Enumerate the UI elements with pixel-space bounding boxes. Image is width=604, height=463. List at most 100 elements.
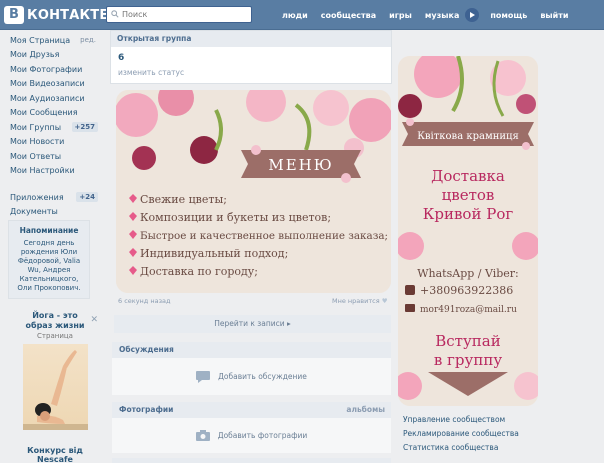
menu-post-image[interactable]: МЕНЮ Свежие цветы; Композиции и букеты и… (116, 90, 391, 293)
manage-community-link[interactable]: Управление сообществом (403, 413, 519, 427)
like-button[interactable]: Мне нравится ♥ (332, 297, 388, 305)
sidebar-item-label: Мои Группы (10, 122, 62, 132)
play-button[interactable] (465, 8, 480, 22)
sidebar-item-audio[interactable]: Мои Аудиозаписи (0, 91, 104, 106)
group-type-label: Открытая группа (111, 31, 391, 47)
sidebar-item-groups[interactable]: Мои Группы +257 (0, 120, 104, 135)
delivery-line-2: цветов (442, 186, 495, 204)
birthday-reminder: Напоминание Сегодня день рождения Юли Фё… (8, 220, 90, 299)
left-sidebar: Моя Страница ред. Мои Друзья Мои Фотогра… (0, 30, 104, 219)
photos-header[interactable]: Фотографии альбомы (112, 402, 391, 418)
sidebar-item-label: Мои Настройки (10, 166, 75, 176)
ad2-title[interactable]: Конкурс від Nescafe (8, 446, 102, 463)
shop-name: Квіткова крамниця (417, 131, 519, 142)
nav-help[interactable]: помощь (490, 11, 527, 20)
play-icon (470, 12, 476, 18)
group-header-card: Открытая группа 6 изменить статус (110, 30, 392, 84)
menu-line-2: Композиции и букеты из цветов; (140, 211, 331, 224)
community-cover-image[interactable]: Квіткова крамниця Доставка цветов Кривой… (398, 56, 538, 406)
edit-link[interactable]: ред. (80, 36, 96, 44)
post-time[interactable]: 6 секунд назад (118, 297, 171, 305)
go-to-posts-button[interactable]: Перейти к записи ▸ (114, 315, 391, 333)
sidebar-item-apps[interactable]: Приложения +24 (0, 190, 104, 205)
search-icon (111, 10, 119, 18)
like-label: Мне нравится (332, 297, 380, 305)
sidebar-item-settings[interactable]: Мои Настройки (0, 164, 104, 179)
advertise-community-link[interactable]: Рекламирование сообщества (403, 427, 519, 441)
albums-link[interactable]: альбомы (346, 402, 385, 418)
add-discussion-button[interactable]: Добавить обсуждение (112, 358, 391, 395)
top-header: В КОНТАКТЕ люди сообщества игры музыка п… (0, 0, 604, 30)
go-to-posts-label: Перейти к записи (214, 319, 285, 328)
search-input[interactable] (122, 8, 247, 21)
photos-title: Фотографии (119, 405, 174, 414)
join-line-2: в группу (434, 351, 502, 369)
nav-music[interactable]: музыка (425, 11, 459, 20)
delivery-line-3: Кривой Рог (423, 205, 514, 223)
apps-count-badge: +24 (76, 192, 98, 203)
sidebar-item-label: Приложения (10, 192, 64, 202)
sidebar-item-label: Мои Ответы (10, 151, 62, 161)
vk-logo-text: КОНТАКТЕ (27, 7, 109, 23)
cover-art: Квіткова крамниця Доставка цветов Кривой… (398, 56, 538, 406)
sidebar-item-label: Мои Видеозаписи (10, 79, 85, 89)
sidebar-item-my-page[interactable]: Моя Страница ред. (0, 33, 104, 48)
sidebar-item-answers[interactable]: Мои Ответы (0, 149, 104, 164)
search-box[interactable] (106, 6, 252, 23)
add-photos-button[interactable]: Добавить фотографии (112, 418, 391, 453)
delivery-line-1: Доставка (431, 167, 505, 185)
change-status-link[interactable]: изменить статус (111, 63, 391, 77)
sidebar-item-documents[interactable]: Документы (0, 205, 104, 220)
next-section-header (112, 458, 391, 463)
groups-count-badge: +257 (71, 122, 98, 133)
sidebar-item-label: Документы (10, 207, 58, 217)
sidebar-item-friends[interactable]: Мои Друзья (0, 48, 104, 63)
reminder-text[interactable]: Сегодня день рождения Юли Фёдоровой, Val… (13, 239, 85, 293)
ad-block: ✕ Йога - это образ жизни Страница (8, 311, 102, 430)
close-icon[interactable]: ✕ (90, 315, 98, 325)
sidebar-item-label: Мои Сообщения (10, 108, 78, 118)
main-column: Открытая группа 6 изменить статус (110, 30, 392, 84)
vk-logo-icon: В (4, 6, 24, 24)
nav-games[interactable]: игры (389, 11, 412, 20)
menu-line-4: Индивидуальный подход; (140, 247, 288, 260)
vk-logo[interactable]: В КОНТАКТЕ (4, 5, 108, 25)
nav-people[interactable]: люди (282, 11, 308, 20)
top-nav: люди сообщества игры музыка помощь выйти (282, 0, 581, 30)
sidebar-item-label: Моя Страница (10, 35, 71, 45)
reminder-title: Напоминание (19, 226, 79, 235)
ad-image[interactable] (22, 344, 88, 430)
community-stats-link[interactable]: Статистика сообщества (403, 441, 519, 455)
sidebar-item-news[interactable]: Мои Новости (0, 135, 104, 150)
sidebar-item-label: Мои Фотографии (10, 64, 83, 74)
email-address: mor491roza@mail.ru (420, 305, 517, 315)
discussions-title: Обсуждения (119, 345, 174, 354)
sidebar-item-label: Мои Новости (10, 137, 65, 147)
menu-line-1: Свежие цветы; (140, 193, 227, 206)
chevron-right-icon: ▸ (287, 319, 291, 328)
ad-title[interactable]: Йога - это образ жизни (8, 311, 102, 331)
contact-label: WhatsApp / Viber: (417, 267, 519, 280)
ad-subtitle: Страница (37, 332, 73, 340)
menu-image-art: МЕНЮ Свежие цветы; Композиции и букеты и… (116, 90, 391, 293)
discussions-header[interactable]: Обсуждения (112, 342, 391, 358)
menu-line-3: Быстрое и качественное выполнение заказа… (140, 231, 388, 242)
discussion-icon (196, 370, 211, 383)
heart-icon: ♥ (381, 297, 388, 305)
nav-communities[interactable]: сообщества (321, 11, 376, 20)
community-manage-links: Управление сообществом Рекламирование со… (403, 413, 519, 455)
sidebar-divider (0, 178, 104, 190)
sidebar-item-photos[interactable]: Мои Фотографии (0, 62, 104, 77)
menu-title: МЕНЮ (268, 156, 333, 174)
nav-logout[interactable]: выйти (540, 11, 568, 20)
phone-number: +380963922386 (420, 284, 513, 297)
menu-line-5: Доставка по городу; (140, 265, 258, 278)
yoga-figure-icon (22, 350, 88, 430)
join-line-1: Вступай (435, 332, 501, 350)
camera-icon (195, 430, 210, 441)
sidebar-item-messages[interactable]: Мои Сообщения (0, 106, 104, 121)
sidebar-item-label: Мои Аудиозаписи (10, 93, 85, 103)
group-name: 6 (118, 53, 125, 63)
sidebar-item-videos[interactable]: Мои Видеозаписи (0, 77, 104, 92)
add-discussion-label: Добавить обсуждение (218, 372, 307, 381)
